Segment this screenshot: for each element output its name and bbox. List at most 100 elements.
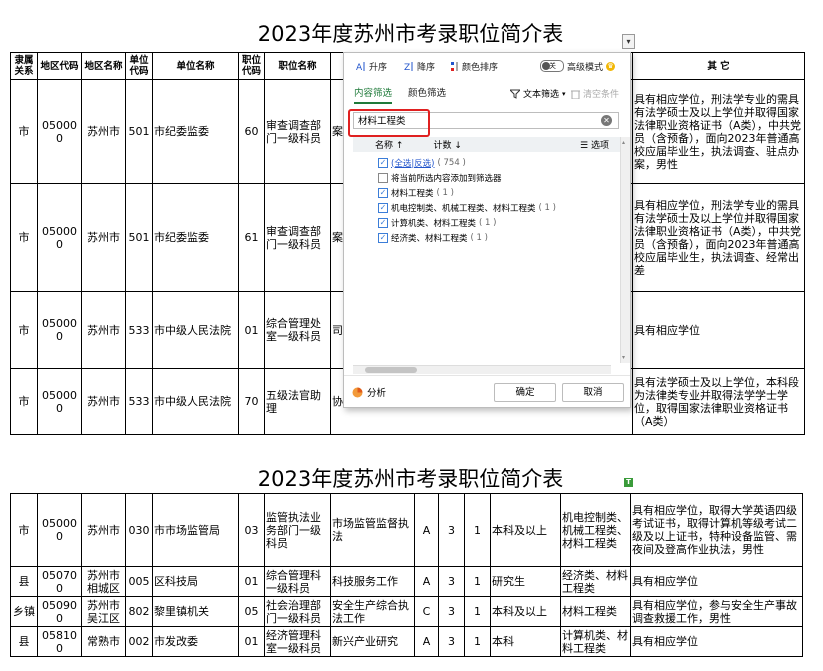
table-row[interactable]: 县 050700 苏州市相城区 005 区科技局 01 综合管理科一级科员 科技… bbox=[10, 566, 803, 597]
cell-position-name[interactable]: 综合管理处室一级科员 bbox=[264, 291, 331, 369]
cell-relation[interactable]: 市 bbox=[10, 183, 38, 292]
cell-unit-name[interactable]: 市纪委监委 bbox=[152, 183, 239, 292]
horizontal-scrollbar[interactable] bbox=[353, 365, 611, 374]
cell-category[interactable]: A bbox=[414, 566, 439, 597]
cell-relation[interactable]: 市 bbox=[10, 368, 38, 435]
cell-area-code[interactable]: 050900 bbox=[37, 596, 82, 627]
cell-area-name[interactable]: 苏州市 bbox=[81, 291, 126, 369]
cell-position-code[interactable]: 70 bbox=[238, 368, 265, 435]
cell-area-code[interactable]: 050700 bbox=[37, 566, 82, 597]
cell-count-a[interactable]: 3 bbox=[438, 566, 465, 597]
cell-unit-code[interactable]: 533 bbox=[125, 291, 153, 369]
select-all-label[interactable]: (全选|反选) bbox=[391, 157, 435, 169]
cell-other[interactable]: 具有相应学位 bbox=[630, 626, 803, 657]
cell-area-name[interactable]: 苏州市相城区 bbox=[81, 566, 126, 597]
cell-area-code[interactable]: 050000 bbox=[37, 493, 82, 567]
cell-other[interactable]: 具有相应学位，刑法学专业的需具有法学硕士及以上学位并取得国家法律职业资格证书（A… bbox=[632, 183, 805, 292]
sort-ascending-button[interactable]: A 升序 bbox=[356, 59, 387, 73]
toggle-switch[interactable] bbox=[540, 60, 564, 72]
cell-other[interactable]: 具有相应学位，取得大学英语四级考试证书，取得计算机等级考试二级及以上证书，特种设… bbox=[630, 493, 803, 567]
column-name-sort[interactable]: 名称 ↑ bbox=[375, 138, 403, 151]
cell-position-code[interactable]: 05 bbox=[238, 596, 265, 627]
cell-education[interactable]: 本科 bbox=[490, 626, 561, 657]
filter-panel[interactable]: A 升序 Z 降序 颜色排序 关 高级模式 ♛ 内容筛选 颜色筛选 文本筛选 ▾… bbox=[343, 52, 631, 408]
cell-area-code[interactable]: 050000 bbox=[37, 291, 82, 369]
tab-color-filter[interactable]: 颜色筛选 bbox=[408, 87, 446, 104]
scroll-thumb[interactable] bbox=[365, 367, 417, 373]
cell-relation[interactable]: 市 bbox=[10, 493, 38, 567]
clear-search-icon[interactable]: ✕ bbox=[601, 115, 612, 126]
cell-major[interactable]: 经济类、材料工程类 bbox=[560, 566, 631, 597]
cell-major[interactable]: 材料工程类 bbox=[560, 596, 631, 627]
checkbox[interactable]: ✓ bbox=[378, 217, 388, 228]
cell-other[interactable]: 具有相应学位 bbox=[632, 291, 805, 369]
table-row[interactable]: 县 058100 常熟市 002 市发改委 01 经济管理科室一级科员 新兴产业… bbox=[10, 626, 803, 657]
cell-category[interactable]: A bbox=[414, 493, 439, 567]
cell-unit-name[interactable]: 市纪委监委 bbox=[152, 79, 239, 184]
sort-descending-button[interactable]: Z 降序 bbox=[404, 59, 435, 73]
checkbox[interactable] bbox=[378, 172, 388, 183]
cell-relation[interactable]: 县 bbox=[10, 626, 38, 657]
cell-unit-code[interactable]: 802 bbox=[125, 596, 153, 627]
cell-unit-name[interactable]: 市中级人民法院 bbox=[152, 368, 239, 435]
cell-area-code[interactable]: 050000 bbox=[37, 368, 82, 435]
list-item-add-to-filter[interactable]: 将当前所选内容添加到筛选器 bbox=[378, 170, 556, 185]
cell-area-name[interactable]: 苏州市 bbox=[81, 79, 126, 184]
cell-major[interactable]: 计算机类、材料工程类 bbox=[560, 626, 631, 657]
checkbox[interactable]: ✓ bbox=[378, 232, 388, 243]
cell-unit-code[interactable]: 030 bbox=[125, 493, 153, 567]
cell-position-name[interactable]: 审查调查部门一级科员 bbox=[264, 79, 331, 184]
cell-area-name[interactable]: 苏州市 bbox=[81, 183, 126, 292]
cell-area-code[interactable]: 050000 bbox=[37, 183, 82, 292]
cell-position-code[interactable]: 03 bbox=[238, 493, 265, 567]
cell-unit-name[interactable]: 市市场监管局 bbox=[152, 493, 239, 567]
cell-unit-name[interactable]: 区科技局 bbox=[152, 566, 239, 597]
table-row[interactable]: 乡镇 050900 苏州市吴江区 802 黎里镇机关 05 社会治理部门一级科员… bbox=[10, 596, 803, 627]
cell-description[interactable]: 安全生产综合执法工作 bbox=[330, 596, 415, 627]
cell-position-code[interactable]: 01 bbox=[238, 291, 265, 369]
cell-count-a[interactable]: 3 bbox=[438, 596, 465, 627]
cell-category[interactable]: A bbox=[414, 626, 439, 657]
cell-position-name[interactable]: 监管执法业务部门一级科员 bbox=[264, 493, 331, 567]
cancel-button[interactable]: 取消 bbox=[562, 383, 624, 402]
color-sort-button[interactable]: 颜色排序 bbox=[451, 59, 498, 73]
cell-other[interactable]: 具有相应学位 bbox=[630, 566, 803, 597]
cell-other[interactable]: 具有相应学位，参与安全生产事故调查救援工作，男性 bbox=[630, 596, 803, 627]
cell-unit-name[interactable]: 市中级人民法院 bbox=[152, 291, 239, 369]
cell-position-code[interactable]: 60 bbox=[238, 79, 265, 184]
cell-description[interactable]: 新兴产业研究 bbox=[330, 626, 415, 657]
advanced-mode-toggle[interactable]: 关 高级模式 ♛ bbox=[540, 59, 616, 73]
cell-education[interactable]: 本科及以上 bbox=[490, 596, 561, 627]
list-item[interactable]: ✓ 计算机类、材料工程类 ( 1 ) bbox=[378, 215, 556, 230]
cell-position-code[interactable]: 01 bbox=[238, 566, 265, 597]
analysis-button[interactable]: 分析 bbox=[352, 385, 386, 399]
cell-area-name[interactable]: 常熟市 bbox=[81, 626, 126, 657]
cell-count-b[interactable]: 1 bbox=[464, 493, 491, 567]
cell-description[interactable]: 科技服务工作 bbox=[330, 566, 415, 597]
cell-position-name[interactable]: 经济管理科室一级科员 bbox=[264, 626, 331, 657]
cell-position-name[interactable]: 五级法官助理 bbox=[264, 368, 331, 435]
cell-other[interactable]: 具有法学硕士及以上学位，本科段为法律类专业并取得法学学士学位，取得国家法律职业资… bbox=[632, 368, 805, 435]
cell-position-code[interactable]: 61 bbox=[238, 183, 265, 292]
cell-position-name[interactable]: 综合管理科一级科员 bbox=[264, 566, 331, 597]
filter-dropdown-button[interactable]: ▾ bbox=[622, 34, 635, 49]
cell-count-a[interactable]: 3 bbox=[438, 626, 465, 657]
cell-unit-code[interactable]: 005 bbox=[125, 566, 153, 597]
cell-area-code[interactable]: 058100 bbox=[37, 626, 82, 657]
cell-unit-code[interactable]: 002 bbox=[125, 626, 153, 657]
filter-active-icon[interactable]: T bbox=[624, 478, 633, 487]
cell-area-name[interactable]: 苏州市 bbox=[81, 368, 126, 435]
cell-relation[interactable]: 市 bbox=[10, 79, 38, 184]
cell-other[interactable]: 具有相应学位，刑法学专业的需具有法学硕士及以上学位并取得国家法律职业资格证书（A… bbox=[632, 79, 805, 184]
cell-area-name[interactable]: 苏州市吴江区 bbox=[81, 596, 126, 627]
checkbox[interactable]: ✓ bbox=[378, 187, 388, 198]
cell-position-name[interactable]: 审查调查部门一级科员 bbox=[264, 183, 331, 292]
cell-unit-code[interactable]: 533 bbox=[125, 368, 153, 435]
scroll-down-icon[interactable]: ▾ bbox=[622, 354, 625, 361]
cell-education[interactable]: 本科及以上 bbox=[490, 493, 561, 567]
list-item[interactable]: ✓ 材料工程类 ( 1 ) bbox=[378, 185, 556, 200]
cell-count-b[interactable]: 1 bbox=[464, 626, 491, 657]
cell-unit-name[interactable]: 市发改委 bbox=[152, 626, 239, 657]
cell-category[interactable]: C bbox=[414, 596, 439, 627]
tab-content-filter[interactable]: 内容筛选 bbox=[354, 87, 393, 104]
